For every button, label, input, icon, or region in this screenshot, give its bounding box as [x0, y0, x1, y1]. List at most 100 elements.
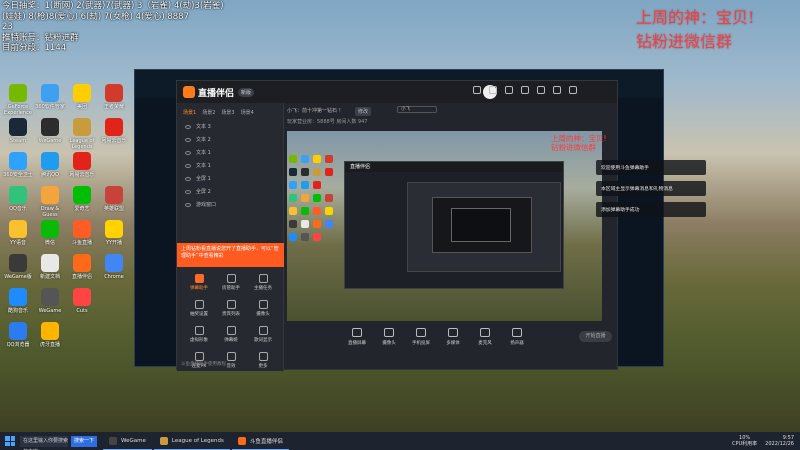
stream-preview[interactable]: 直播伴侣	[287, 131, 602, 321]
desktop-icon[interactable]: 美团	[66, 84, 98, 118]
desktop-icon[interactable]: 网易云音乐	[66, 152, 98, 186]
start-stream-button[interactable]: 开始直播	[579, 331, 612, 342]
tool-button[interactable]: 主播任务	[247, 271, 279, 297]
desktop-icon[interactable]: QQ浏览器	[2, 322, 34, 356]
desktop-icon[interactable]: YY语音	[2, 220, 34, 254]
maximize-icon[interactable]	[553, 86, 561, 94]
capture-tool-button[interactable]: 麦克风	[471, 323, 499, 346]
room-name-input[interactable]: 小飞	[397, 106, 437, 113]
room-title[interactable]: 小飞：前十冲第一钻石 ！	[287, 107, 344, 114]
tutorial-link[interactable]: 斗鱼直播助手使用教程	[181, 361, 226, 367]
desktop-icon[interactable]: WeGame	[34, 288, 66, 322]
desktop-icon[interactable]: League of Legends	[66, 118, 98, 152]
settings-icon[interactable]	[473, 86, 481, 94]
tool-icon	[194, 274, 204, 283]
desktop-icon[interactable]: 腾讯QQ	[34, 152, 66, 186]
search-input[interactable]: 在这里输入你要搜索的内容	[20, 435, 68, 450]
source-label: 全屏 2	[196, 189, 211, 195]
desktop-icon[interactable]: 新建文档	[34, 254, 66, 288]
desktop-icon[interactable]	[98, 288, 130, 322]
tab-scene-2[interactable]: 场景2	[202, 109, 215, 116]
preview-icon	[325, 155, 333, 163]
edit-title-button[interactable]: 修改	[355, 107, 372, 116]
capture-tool-button[interactable]: 扬声器	[503, 323, 531, 346]
source-item[interactable]: 文本 1	[177, 146, 283, 159]
tool-button[interactable]: 弹幕姬	[215, 323, 247, 349]
source-item[interactable]: 文本 2	[177, 133, 283, 146]
league-icon	[159, 436, 168, 445]
minimize-icon[interactable]	[537, 86, 545, 94]
close-icon[interactable]	[569, 86, 577, 94]
desktop-icon[interactable]: QQ音乐	[2, 186, 34, 220]
message-icon[interactable]	[489, 86, 497, 94]
desktop-icon[interactable]: 王者荣耀	[98, 84, 130, 118]
desktop-icon-label: 虎牙直播	[39, 342, 60, 348]
desktop-icon[interactable]: 爱奇艺	[66, 186, 98, 220]
tool-button[interactable]: 歌词显示	[247, 323, 279, 349]
desktop-icon[interactable]: YY开播	[98, 220, 130, 254]
tab-scene-4[interactable]: 场景4	[241, 109, 254, 116]
desktop-icon[interactable]: WeGame版	[2, 254, 34, 288]
clock[interactable]: 9:57 2022/12/26	[765, 435, 794, 447]
app-logo-icon	[183, 86, 195, 98]
taskbar-item-streamer[interactable]: 斗鱼直播伴侣	[231, 432, 289, 450]
eye-icon[interactable]	[185, 202, 191, 207]
tool-button[interactable]: 抽奖设置	[183, 297, 215, 323]
eye-icon[interactable]	[185, 150, 191, 155]
eye-icon[interactable]	[185, 163, 191, 168]
desktop-icon[interactable]: 直播伴侣	[66, 254, 98, 288]
eye-icon[interactable]	[185, 124, 191, 129]
desktop-icon[interactable]: GeForce Experience	[2, 84, 34, 118]
eye-icon[interactable]	[185, 189, 191, 194]
desktop-icon[interactable]: Cuts	[66, 288, 98, 322]
source-item[interactable]: 游戏窗口	[177, 198, 283, 211]
tool-button[interactable]: 房管助手	[215, 271, 247, 297]
nested-preview-2	[407, 182, 561, 272]
desktop-icon[interactable]: 微信	[34, 220, 66, 254]
windows-start-icon[interactable]	[5, 436, 15, 446]
desktop-icon-label: Draw & Guess	[40, 206, 60, 218]
capture-tool-button[interactable]: 摄像头	[375, 323, 403, 346]
capture-tool-button[interactable]: 多媒体	[439, 323, 467, 346]
eye-icon[interactable]	[185, 176, 191, 181]
desktop-icon[interactable]: 360软件管家	[34, 84, 66, 118]
taskbar-item-league[interactable]: League of Legends	[153, 432, 230, 450]
nested-preview-4	[451, 208, 511, 242]
menu-icon[interactable]	[521, 86, 529, 94]
desktop-icon[interactable]: Draw & Guess	[34, 186, 66, 220]
desktop-icon[interactable]: 英雄联盟	[98, 186, 130, 220]
desktop-icon[interactable]: 网易云音乐	[98, 118, 130, 152]
capture-tool-button[interactable]: 直播屏幕	[343, 323, 371, 346]
taskbar-item-wegame[interactable]: WeGame	[103, 432, 152, 450]
tool-icon	[258, 300, 268, 309]
tool-button[interactable]: 更多	[247, 349, 279, 375]
tip-banner[interactable]: 上周钻粉看直播说您开了直播助手，可以“管理助手”中查看精彩	[177, 243, 284, 267]
tool-label: 弹幕助手	[190, 286, 208, 291]
desktop-icon[interactable]: Steam	[2, 118, 34, 152]
source-item[interactable]: 全屏 1	[177, 172, 283, 185]
tool-button[interactable]: 贵宾列表	[215, 297, 247, 323]
streaming-app-window[interactable]: 直播伴侣 新版 场景1 场景2 场景3 场景4 文本 3 文本 2 文本 1 文本 1…	[176, 80, 618, 371]
source-item[interactable]: 文本 3	[177, 120, 283, 133]
version-badge[interactable]: 新版	[238, 87, 255, 97]
tool-button[interactable]: 弹幕助手	[183, 271, 215, 297]
preview-icon	[313, 207, 321, 215]
eye-icon[interactable]	[185, 137, 191, 142]
gift-icon[interactable]	[505, 86, 513, 94]
desktop-icon[interactable]: WeGame	[34, 118, 66, 152]
desktop-icon[interactable]: 虎牙直播	[34, 322, 66, 356]
desktop-icon[interactable]: 斗鱼直播	[66, 220, 98, 254]
desktop-icon[interactable]	[98, 152, 130, 186]
tab-scene-3[interactable]: 场景3	[221, 109, 234, 116]
cpu-meter[interactable]: 10% CPU利用率	[732, 435, 757, 447]
source-item[interactable]: 文本 1	[177, 159, 283, 172]
tool-button[interactable]: 摄像头	[247, 297, 279, 323]
desktop-icon[interactable]: 酷狗音乐	[2, 288, 34, 322]
desktop-icon[interactable]: Chrome	[98, 254, 130, 288]
desktop-icon[interactable]: 360安全卫士	[2, 152, 34, 186]
source-item[interactable]: 全屏 2	[177, 185, 283, 198]
tab-scene-1[interactable]: 场景1	[183, 109, 196, 116]
search-button[interactable]: 搜索一下	[71, 435, 97, 447]
capture-tool-button[interactable]: 手机投屏	[407, 323, 435, 346]
tool-button[interactable]: 虚拟形象	[183, 323, 215, 349]
